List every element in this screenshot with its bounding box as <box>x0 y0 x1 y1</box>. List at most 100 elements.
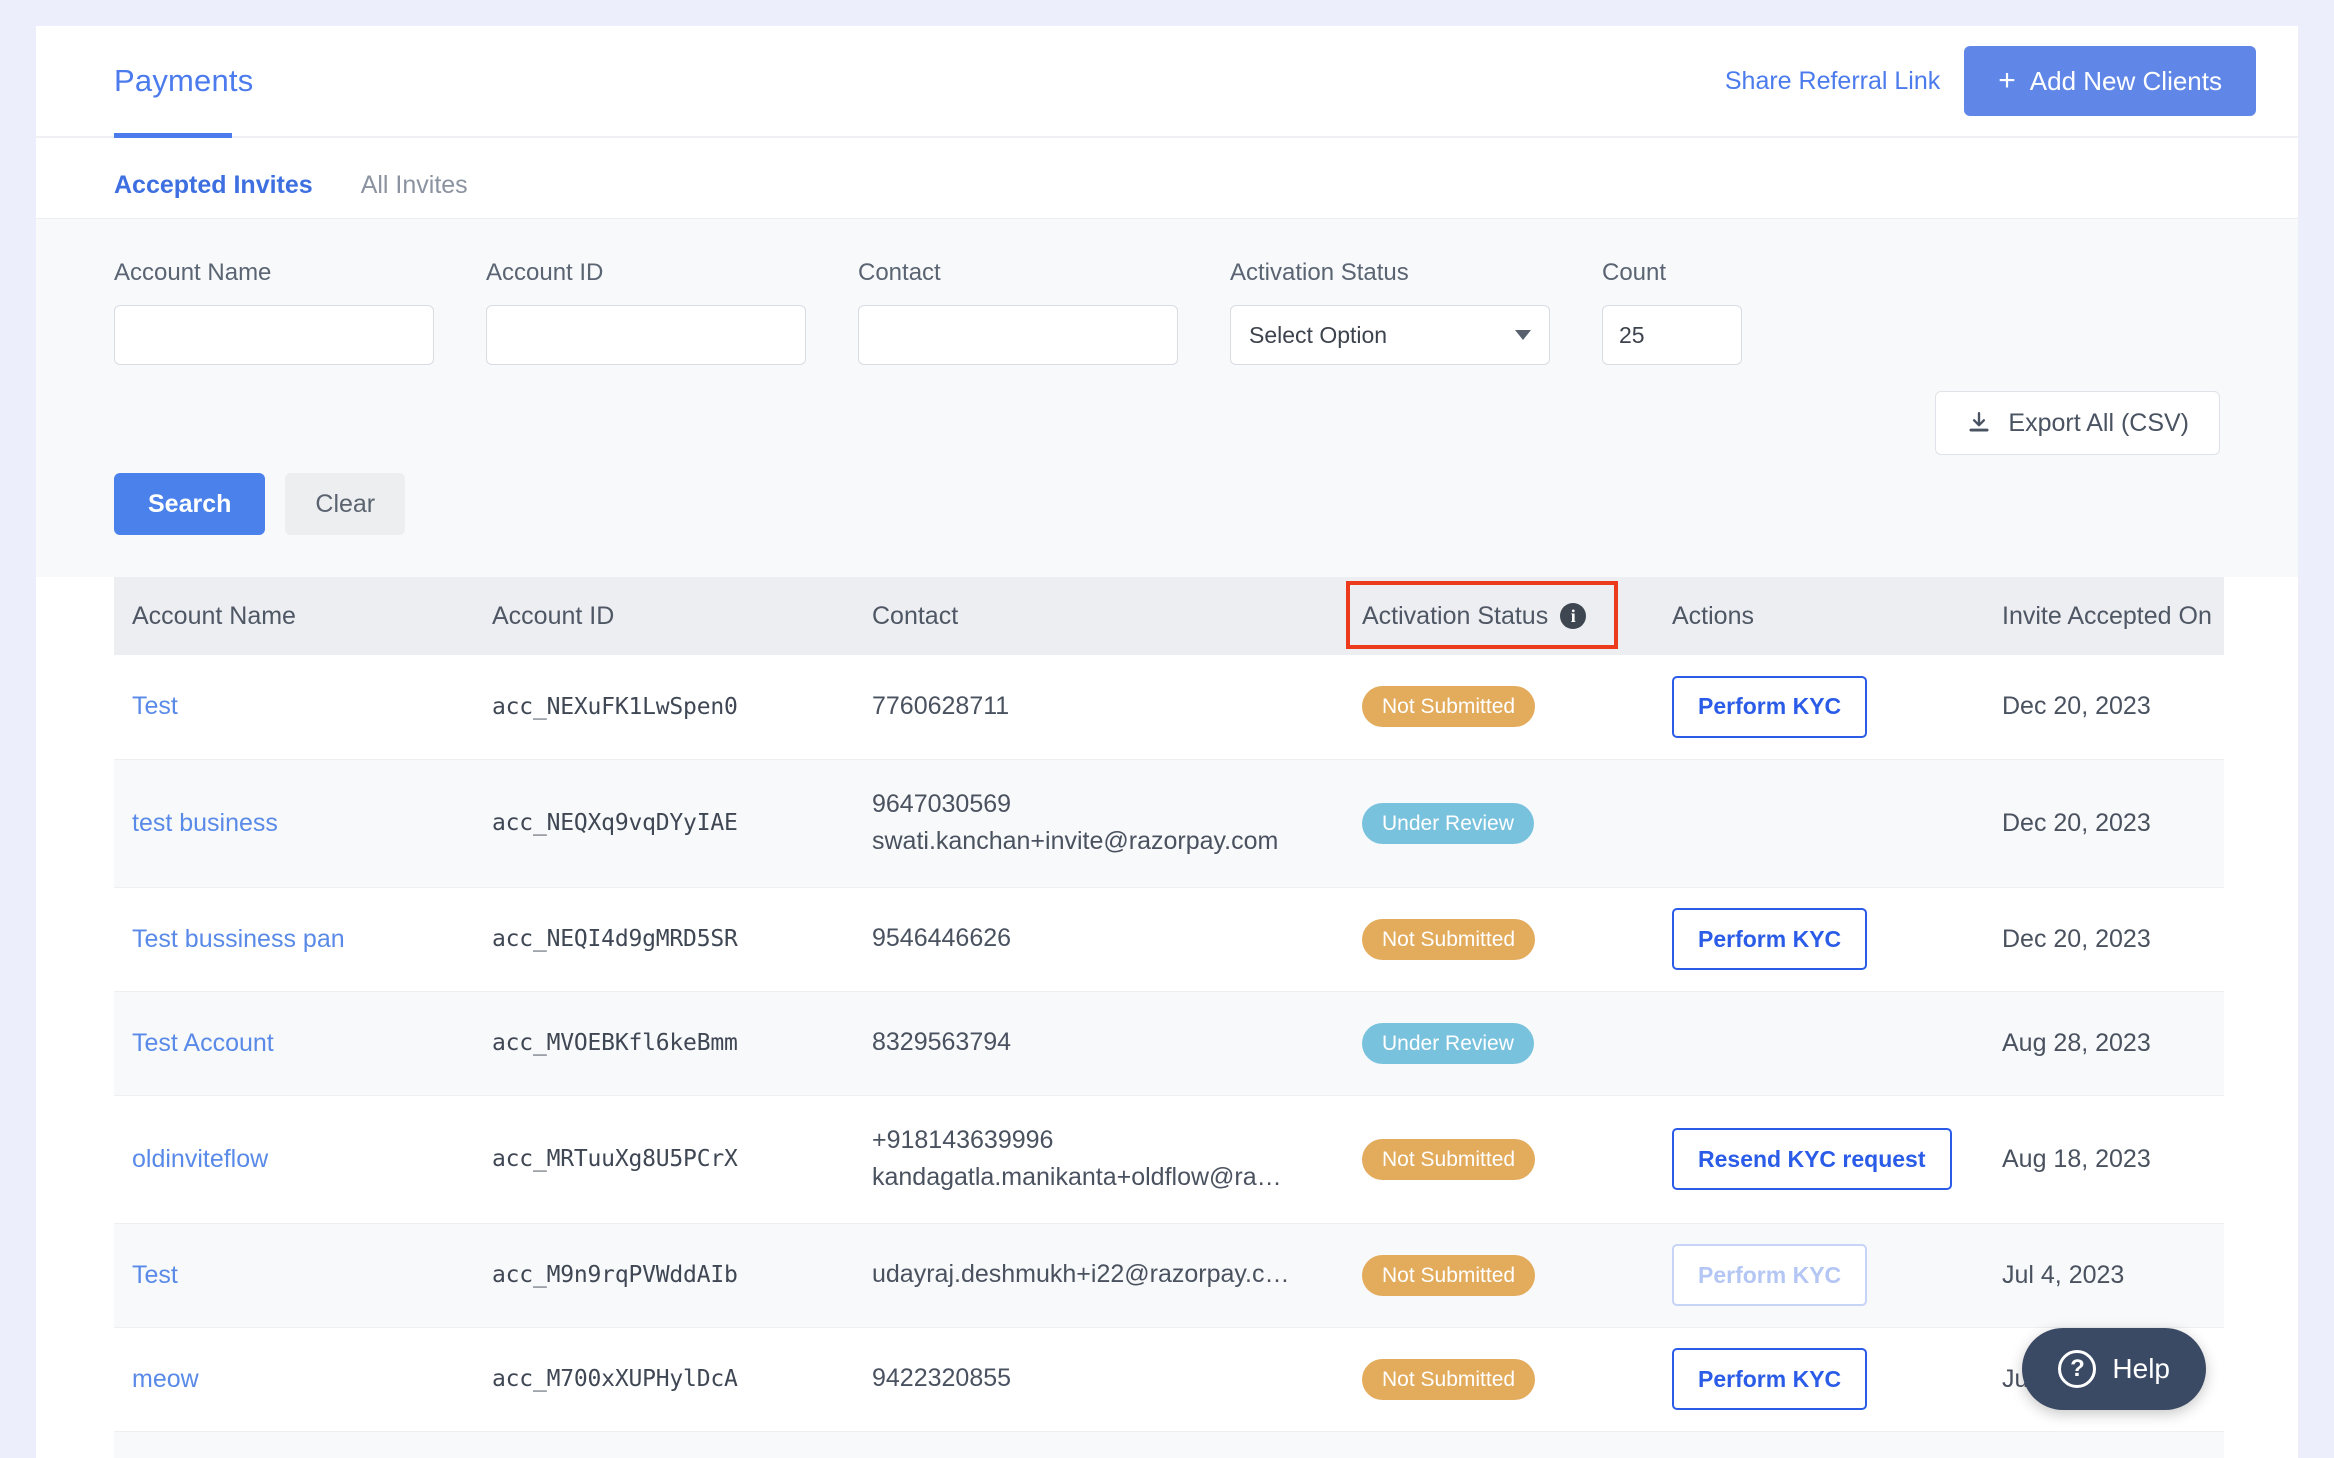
invite-accepted-on-cell: May 26, 2023 <box>1984 1431 2224 1458</box>
search-button[interactable]: Search <box>114 473 266 535</box>
table-body: Test acc_NEXuFK1LwSpen0 7760628711 Not S… <box>114 655 2224 1458</box>
account-name-input[interactable] <box>114 305 434 365</box>
col-actions: Actions <box>1654 577 1984 655</box>
col-account-name[interactable]: Account Name <box>114 577 474 655</box>
perform-kyc-button-disabled: Perform KYC <box>1672 1244 1868 1306</box>
contact-cell: 7760628711 <box>854 655 1344 760</box>
contact-primary: 9647030569 <box>872 789 1012 818</box>
contact-label: Contact <box>858 259 941 286</box>
invite-accepted-on-cell: Jul 4, 2023 <box>1984 1223 2224 1328</box>
export-all-csv-button[interactable]: Export All (CSV) <box>1935 391 2220 455</box>
actions-cell: Perform KYC <box>1654 1223 1984 1328</box>
help-widget-button[interactable]: ? Help <box>2022 1328 2206 1410</box>
contact-primary: 7760628711 <box>872 692 1010 720</box>
field-count: Count <box>1602 259 1742 365</box>
account-id-cell: acc_NEQI4d9gMRD5SR <box>474 887 854 992</box>
actions-cell: Perform KYC <box>1654 1431 1984 1458</box>
status-cell: Not Submitted <box>1344 1095 1654 1224</box>
share-referral-link[interactable]: Share Referral Link <box>1725 67 1940 96</box>
table-header-row: Account Name Account ID Contact Activati… <box>114 577 2224 655</box>
contact-primary: 9422320855 <box>872 1364 1012 1393</box>
status-badge: Under Review <box>1362 1022 1534 1064</box>
clear-button[interactable]: Clear <box>285 473 406 535</box>
status-badge: Not Submitted <box>1362 686 1536 728</box>
invite-accepted-on-cell: Dec 20, 2023 <box>1984 887 2224 992</box>
account-id-cell: acc_LuFQ2hd8nksKnJ <box>474 1431 854 1458</box>
resend-kyc-request-button[interactable]: Resend KYC request <box>1672 1128 1952 1190</box>
status-badge: Not Submitted <box>1362 1254 1536 1296</box>
field-account-name: Account Name <box>114 259 434 365</box>
status-cell: Not Submitted <box>1344 1431 1654 1458</box>
table-row[interactable]: Test acc_NEXuFK1LwSpen0 7760628711 Not S… <box>114 655 2224 760</box>
count-input[interactable] <box>1602 305 1742 365</box>
actions-cell: Perform KYC <box>1654 655 1984 760</box>
status-cell: Not Submitted <box>1344 887 1654 992</box>
account-id-cell: acc_M700xXUPHylDcA <box>474 1327 854 1432</box>
page-title-underline <box>114 133 232 138</box>
table-row[interactable]: Test Account acc_MVOEBKfl6keBmm 83295637… <box>114 991 2224 1096</box>
account-name-link[interactable]: Test bussiness pan <box>132 925 345 953</box>
export-row: Export All (CSV) <box>114 391 2220 455</box>
contact-secondary: kandagatla.manikanta+oldflow@ra… <box>872 1163 1282 1191</box>
invite-accepted-on-cell: Aug 18, 2023 <box>1984 1095 2224 1224</box>
contact-primary: udayraj.deshmukh+i22@razorpay.c… <box>872 1260 1290 1289</box>
filter-actions: Search Clear <box>114 473 2220 577</box>
perform-kyc-button[interactable]: Perform KYC <box>1672 675 1868 738</box>
contact-primary: +918143639996 <box>872 1125 1054 1154</box>
table-row[interactable]: oldinviteflow acc_MRTuuXg8U5PCrX +918143… <box>114 1095 2224 1224</box>
help-label: Help <box>2112 1353 2170 1384</box>
invite-accepted-on-cell: Dec 20, 2023 <box>1984 759 2224 888</box>
add-new-clients-label: Add New Clients <box>2029 65 2222 96</box>
col-contact[interactable]: Contact <box>854 577 1344 655</box>
actions-cell: Perform KYC <box>1654 887 1984 992</box>
contact-cell: udayraj.deshmukh+i22@razorpay.c… <box>854 1223 1344 1328</box>
add-new-clients-button[interactable]: + Add New Clients <box>1964 46 2256 116</box>
info-icon[interactable]: i <box>1560 603 1587 629</box>
account-id-cell: acc_M9n9rqPVWddAIb <box>474 1223 854 1328</box>
contact-cell: +917013213865 hari16123009+rkyc3@gmail.c… <box>854 1431 1344 1458</box>
table-row[interactable]: test business acc_NEQXq9vqDYyIAE 9647030… <box>114 759 2224 888</box>
contact-primary: 9546446626 <box>872 924 1012 953</box>
account-id-cell: acc_NEQXq9vqDYyIAE <box>474 759 854 888</box>
account-name-link[interactable]: Test <box>132 692 178 720</box>
col-account-id[interactable]: Account ID <box>474 577 854 655</box>
account-name-link[interactable]: meow <box>132 1365 199 1393</box>
contact-cell: 8329563794 <box>854 991 1344 1096</box>
activation-status-label: Activation Status <box>1230 259 1409 286</box>
col-activation-status[interactable]: Activation Status i <box>1344 577 1654 655</box>
table-head: Account Name Account ID Contact Activati… <box>114 577 2224 655</box>
activation-status-header-inner: Activation Status i <box>1362 602 1587 631</box>
account-name-link[interactable]: test business <box>132 809 278 837</box>
table-row[interactable]: Test bussiness pan acc_NEQI4d9gMRD5SR 95… <box>114 887 2224 992</box>
status-badge: Under Review <box>1362 802 1534 844</box>
field-activation-status: Activation Status Select Option <box>1230 259 1550 365</box>
download-icon <box>1969 412 1989 432</box>
contact-input[interactable] <box>858 305 1178 365</box>
account-id-cell: acc_MVOEBKfl6keBmm <box>474 991 854 1096</box>
col-invite-accepted-on[interactable]: Invite Accepted On <box>1984 577 2224 655</box>
table-row[interactable]: TestRequestKyc acc_LuFQ2hd8nksKnJ +91701… <box>114 1431 2224 1458</box>
contact-cell: +918143639996 kandagatla.manikanta+oldfl… <box>854 1095 1344 1224</box>
top-bar: Payments Share Referral Link + Add New C… <box>36 26 2298 138</box>
account-name-link[interactable]: Test <box>132 1261 178 1289</box>
account-name-label: Account Name <box>114 259 272 286</box>
account-name-link[interactable]: oldinviteflow <box>132 1145 268 1173</box>
contact-cell: 9546446626 <box>854 887 1344 992</box>
perform-kyc-button[interactable]: Perform KYC <box>1672 1348 1868 1410</box>
account-id-input[interactable] <box>486 305 806 365</box>
activation-status-select[interactable]: Select Option <box>1230 305 1550 365</box>
filter-panel: Account Name Account ID Contact Activati… <box>36 218 2298 577</box>
tab-all-invites[interactable]: All Invites <box>361 171 468 218</box>
table-row[interactable]: meow acc_M700xXUPHylDcA 9422320855 Not S… <box>114 1327 2224 1432</box>
account-name-link[interactable]: Test Account <box>132 1029 274 1057</box>
status-badge: Not Submitted <box>1362 1138 1536 1180</box>
tab-accepted-invites[interactable]: Accepted Invites <box>114 171 313 218</box>
count-label: Count <box>1602 259 1667 286</box>
account-id-label: Account ID <box>486 259 604 286</box>
table-row[interactable]: Test acc_M9n9rqPVWddAIb udayraj.deshmukh… <box>114 1223 2224 1328</box>
status-cell: Under Review <box>1344 991 1654 1096</box>
perform-kyc-button[interactable]: Perform KYC <box>1672 908 1868 970</box>
actions-cell: Perform KYC <box>1654 1327 1984 1432</box>
plus-icon: + <box>1998 64 2016 97</box>
activation-status-select-wrap: Select Option <box>1230 305 1550 365</box>
